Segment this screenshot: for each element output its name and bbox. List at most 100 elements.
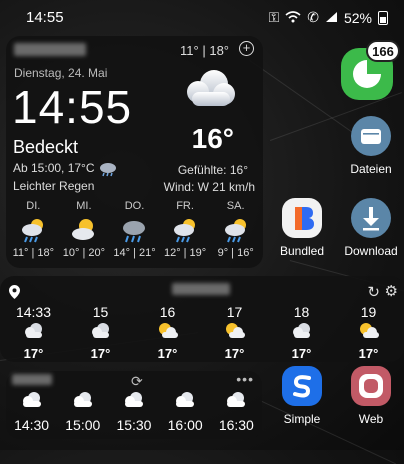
hi-lo-temperature: 11° | 18°: [180, 43, 229, 58]
cloud-icon: [187, 70, 235, 106]
simple-icon: [282, 366, 322, 406]
hourly-forecast: 14:33 17° 15 17° 16 17° 17 17° 18 17° 19…: [0, 304, 404, 361]
app-label: Web: [358, 412, 384, 426]
wind-info: Wind: W 21 km/h: [163, 180, 255, 194]
cloud-icon: [0, 322, 67, 344]
signal-icon: [325, 10, 338, 26]
forecast-day: DO. 14° | 21°: [110, 200, 158, 259]
sun-cloud-icon: [335, 322, 402, 344]
rain-cloud-sun-icon: [9, 216, 57, 244]
weather-widget-small[interactable]: ⟳ ••• 14:30 15:00 15:30 16:00 16:30: [6, 371, 262, 439]
status-bar: 14:55 ⚿ ✆ 52%: [0, 0, 404, 36]
current-temperature: 16°: [191, 123, 234, 154]
hour-time: 17: [226, 304, 243, 320]
feels-like: Gefühlte: 16°: [177, 163, 248, 177]
hour-temp: 17°: [157, 346, 178, 361]
app-label: Simple: [283, 412, 321, 426]
hour-item: 19 17°: [335, 304, 402, 361]
sun-cloud-icon: [201, 322, 268, 344]
key-icon: ⚿: [268, 9, 280, 25]
app-bundled[interactable]: Bundled: [272, 198, 332, 258]
battery-icon: [378, 10, 388, 25]
gear-icon[interactable]: ⚙: [385, 282, 398, 300]
date-label: Dienstag, 24. Mai: [14, 66, 108, 80]
weather-widget-main[interactable]: 11° | 18° + Dienstag, 24. Mai 14:55 Bede…: [6, 36, 263, 268]
slot-time: 16:00: [167, 417, 203, 433]
rain-cloud-sun-icon: [161, 216, 209, 244]
app-label: Dateien: [350, 162, 392, 176]
day-name: DI.: [26, 200, 41, 212]
app-green[interactable]: 166: [339, 40, 400, 100]
battery-percent: 52%: [343, 9, 372, 26]
slot-time: 14:30: [14, 417, 50, 433]
app-web[interactable]: Web: [344, 366, 398, 426]
rain-cloud-icon: [99, 163, 116, 177]
hour-item: 16 17°: [134, 304, 201, 361]
notification-badge: 166: [366, 40, 400, 62]
hour-item: 18 17°: [268, 304, 335, 361]
blurred-location: [14, 43, 86, 56]
weather-widget-hourly[interactable]: ↻ ⚙ 14:33 17° 15 17° 16 17° 17 17° 18 17…: [0, 276, 404, 362]
day-name: FR.: [176, 200, 194, 212]
hour-temp: 17°: [23, 346, 44, 361]
hour-temp: 17°: [90, 346, 111, 361]
hour-time: 14:33: [15, 304, 52, 320]
clock-time[interactable]: 14:55: [12, 80, 132, 134]
forecast-condition: Leichter Regen: [13, 179, 95, 193]
blurred-location: [172, 283, 230, 295]
day-name: SA.: [226, 200, 245, 212]
hour-time: 19: [360, 304, 377, 320]
day-temps: 9° | 16°: [217, 247, 254, 259]
time-forecast: 14:30 15:00 15:30 16:00 16:30: [6, 391, 262, 433]
app-dateien[interactable]: Dateien: [344, 116, 398, 176]
slot-time: 15:30: [116, 417, 152, 433]
partly-cloudy-icon: [60, 216, 108, 244]
bundled-icon: [282, 198, 322, 238]
status-time: 14:55: [26, 9, 64, 26]
app-simple[interactable]: Simple: [273, 366, 331, 426]
app-label: Bundled: [279, 244, 325, 258]
slot-item: 16:00: [161, 391, 209, 433]
forecast-day: DI. 11° | 18°: [9, 200, 57, 259]
hour-time: 18: [293, 304, 310, 320]
folder-icon: [351, 116, 391, 156]
forecast-day: FR. 12° | 19°: [161, 200, 209, 259]
hour-item: 15 17°: [67, 304, 134, 361]
day-temps: 10° | 20°: [62, 247, 106, 259]
daily-forecast: DI. 11° | 18° MI. 10° | 20° DO. 14° | 21…: [8, 200, 261, 259]
cloud-icon: [161, 391, 209, 411]
hour-time: 15: [92, 304, 109, 320]
web-icon: [351, 366, 391, 406]
hour-temp: 17°: [358, 346, 379, 361]
status-icons: ⚿ ✆ 52%: [269, 9, 388, 26]
hour-item: 17 17°: [201, 304, 268, 361]
slot-item: 15:00: [59, 391, 107, 433]
cloud-icon: [59, 391, 107, 411]
forecast-day: MI. 10° | 20°: [60, 200, 108, 259]
add-location-icon[interactable]: +: [239, 41, 254, 56]
cloud-icon: [67, 322, 134, 344]
more-options-icon[interactable]: •••: [236, 371, 254, 387]
refresh-icon[interactable]: ↻: [367, 283, 380, 301]
blurred-location: [12, 374, 52, 385]
wifi-icon: [285, 10, 301, 26]
cloud-icon: [212, 391, 260, 411]
day-temps: 12° | 19°: [163, 247, 207, 259]
hour-temp: 17°: [224, 346, 245, 361]
sun-cloud-icon: [134, 322, 201, 344]
slot-item: 15:30: [110, 391, 158, 433]
sync-icon[interactable]: ⟳: [131, 373, 143, 390]
location-pin-icon: [9, 285, 20, 299]
day-name: MI.: [76, 200, 92, 212]
day-temps: 11° | 18°: [12, 247, 54, 259]
app-download[interactable]: Download: [340, 198, 402, 258]
rain-cloud-sun-icon: [212, 216, 260, 244]
cloud-icon: [268, 322, 335, 344]
slot-item: 14:30: [8, 391, 56, 433]
weather-condition: Bedeckt: [13, 137, 79, 157]
day-name: DO.: [124, 200, 145, 212]
forecast-day: SA. 9° | 16°: [212, 200, 260, 259]
hour-item: 14:33 17°: [0, 304, 67, 361]
hour-time: 16: [159, 304, 176, 320]
call-icon: ✆: [307, 9, 319, 25]
